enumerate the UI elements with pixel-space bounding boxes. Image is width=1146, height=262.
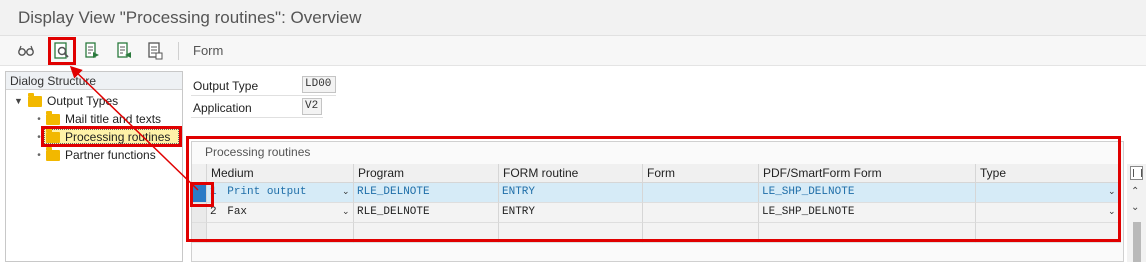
next-entry-icon[interactable] <box>112 39 136 63</box>
tree-item-label: Processing routines <box>65 130 171 144</box>
output-type-value: LD00 <box>302 76 336 93</box>
field-divider <box>191 117 323 118</box>
tree-item-output-types[interactable]: ▼ Output Types <box>14 92 118 110</box>
select-all-icon[interactable] <box>143 39 167 63</box>
expand-chevron-icon[interactable]: ▼ <box>14 96 24 106</box>
folder-icon <box>46 110 60 125</box>
folder-icon <box>46 146 60 161</box>
scrollbar-thumb[interactable] <box>1133 222 1141 262</box>
title-bar: Display View "Processing routines": Over… <box>0 0 1146 36</box>
row-selector-highlight-box <box>190 182 214 207</box>
tree-item-processing-routines[interactable]: • Processing routines <box>34 128 170 146</box>
table-highlight-box <box>186 136 1121 242</box>
page-title: Display View "Processing routines": Over… <box>18 8 362 27</box>
output-type-label: Output Type <box>193 79 259 93</box>
form-button[interactable]: Form <box>193 43 223 58</box>
find-icon[interactable] <box>48 37 76 65</box>
tree-item-label: Output Types <box>47 94 119 108</box>
scroll-down-icon[interactable]: ⌄ <box>1131 202 1139 213</box>
bullet-icon: • <box>37 149 41 161</box>
open-folder-icon <box>46 128 60 143</box>
scroll-up-icon[interactable]: ⌃ <box>1131 186 1139 197</box>
bullet-icon: • <box>37 131 41 143</box>
field-divider <box>191 95 336 96</box>
toolbar: Form <box>0 36 1146 66</box>
tree-item-partner-functions[interactable]: • Partner functions <box>34 146 156 164</box>
application-label: Application <box>193 101 252 115</box>
column-settings-icon[interactable] <box>1130 166 1143 180</box>
bullet-icon: • <box>37 113 41 125</box>
folder-icon <box>28 92 42 107</box>
application-value: V2 <box>302 98 322 115</box>
glasses-icon[interactable] <box>14 39 38 63</box>
tree-item-label: Mail title and texts <box>65 112 162 126</box>
previous-entry-icon[interactable] <box>80 39 104 63</box>
tree-item-label: Partner functions <box>65 148 156 162</box>
toolbar-separator <box>178 42 179 60</box>
dialog-structure-title: Dialog Structure <box>6 72 182 90</box>
